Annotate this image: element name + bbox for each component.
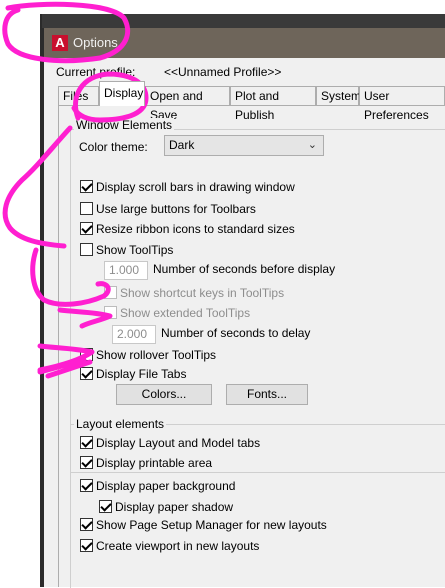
file-tabs-label: Display File Tabs [96, 367, 187, 381]
large-buttons-checkbox[interactable] [80, 202, 93, 215]
large-buttons-label: Use large buttons for Toolbars [96, 202, 256, 216]
dialog-titlebar[interactable]: A Options [44, 28, 445, 58]
paper-background-checkbox[interactable] [80, 479, 93, 492]
tab-open-and-save[interactable]: Open and Save [145, 86, 230, 122]
tooltip-delay-input[interactable]: 1.000 [104, 261, 148, 280]
create-viewport-label: Create viewport in new layouts [96, 539, 260, 553]
window-elements-label: Window Elements [74, 118, 175, 132]
tab-system[interactable]: System [316, 86, 362, 105]
color-theme-value: Dark [169, 138, 195, 152]
extended-delay-input[interactable]: 2.000 [112, 325, 156, 344]
rollover-tooltips-label: Show rollover ToolTips [96, 348, 217, 362]
tab-label: Plot and Publish [235, 89, 280, 122]
shortcut-keys-tooltips-checkbox[interactable] [104, 286, 117, 299]
shortcut-keys-tooltips-label: Show shortcut keys in ToolTips [120, 286, 285, 300]
page-setup-manager-label: Show Page Setup Manager for new layouts [96, 518, 327, 532]
tab-label: Display [104, 86, 144, 100]
printable-area-checkbox[interactable] [80, 456, 93, 469]
chevron-down-icon: ⌄ [307, 139, 317, 151]
fonts-button[interactable]: Fonts... [226, 384, 308, 405]
paper-shadow-label: Display paper shadow [115, 500, 234, 514]
tab-label: System [321, 89, 362, 103]
application-toolbar-band [42, 14, 445, 28]
resize-ribbon-icons-checkbox[interactable] [80, 222, 93, 235]
paper-shadow-checkbox[interactable] [99, 500, 112, 513]
dialog-title: Options [73, 35, 118, 50]
resize-ribbon-icons-label: Resize ribbon icons to standard sizes [96, 222, 295, 236]
layout-model-tabs-checkbox[interactable] [80, 436, 93, 449]
layout-elements-label: Layout elements [74, 417, 167, 431]
extended-tooltips-label: Show extended ToolTips [120, 306, 251, 320]
printable-area-label: Display printable area [96, 456, 213, 470]
tooltip-delay-label: Number of seconds before display [153, 262, 336, 276]
create-viewport-checkbox[interactable] [80, 539, 93, 552]
tab-plot-and-publish[interactable]: Plot and Publish [230, 86, 316, 122]
colors-button[interactable]: Colors... [116, 384, 212, 405]
color-theme-select[interactable]: Dark ⌄ [164, 135, 324, 156]
tab-label: User Preferences [364, 89, 429, 122]
extended-tooltips-checkbox[interactable] [104, 306, 117, 319]
tab-display[interactable]: Display [99, 81, 145, 106]
layout-model-tabs-label: Display Layout and Model tabs [96, 436, 261, 450]
tab-user-preferences[interactable]: User Preferences [359, 86, 445, 122]
color-theme-label: Color theme: [79, 140, 148, 154]
rollover-tooltips-checkbox[interactable] [80, 348, 93, 361]
page-setup-manager-checkbox[interactable] [80, 518, 93, 531]
extended-delay-label: Number of seconds to delay [161, 326, 311, 340]
show-tooltips-checkbox[interactable] [80, 243, 93, 256]
profile-label: Current profile: [56, 65, 136, 79]
show-tooltips-label: Show ToolTips [96, 243, 174, 257]
background-left-strip [0, 0, 42, 587]
options-dialog: Current profile: <<Unnamed Profile>> Fil… [44, 58, 445, 588]
tab-files[interactable]: Files [58, 86, 99, 105]
paper-background-label: Display paper background [96, 479, 236, 493]
file-tabs-checkbox[interactable] [80, 367, 93, 380]
profile-value: <<Unnamed Profile>> [164, 65, 282, 79]
scroll-bars-label: Display scroll bars in drawing window [96, 180, 295, 194]
autocad-logo-icon: A [52, 35, 68, 51]
tab-label: Files [63, 89, 89, 103]
scroll-bars-checkbox[interactable] [80, 180, 93, 193]
